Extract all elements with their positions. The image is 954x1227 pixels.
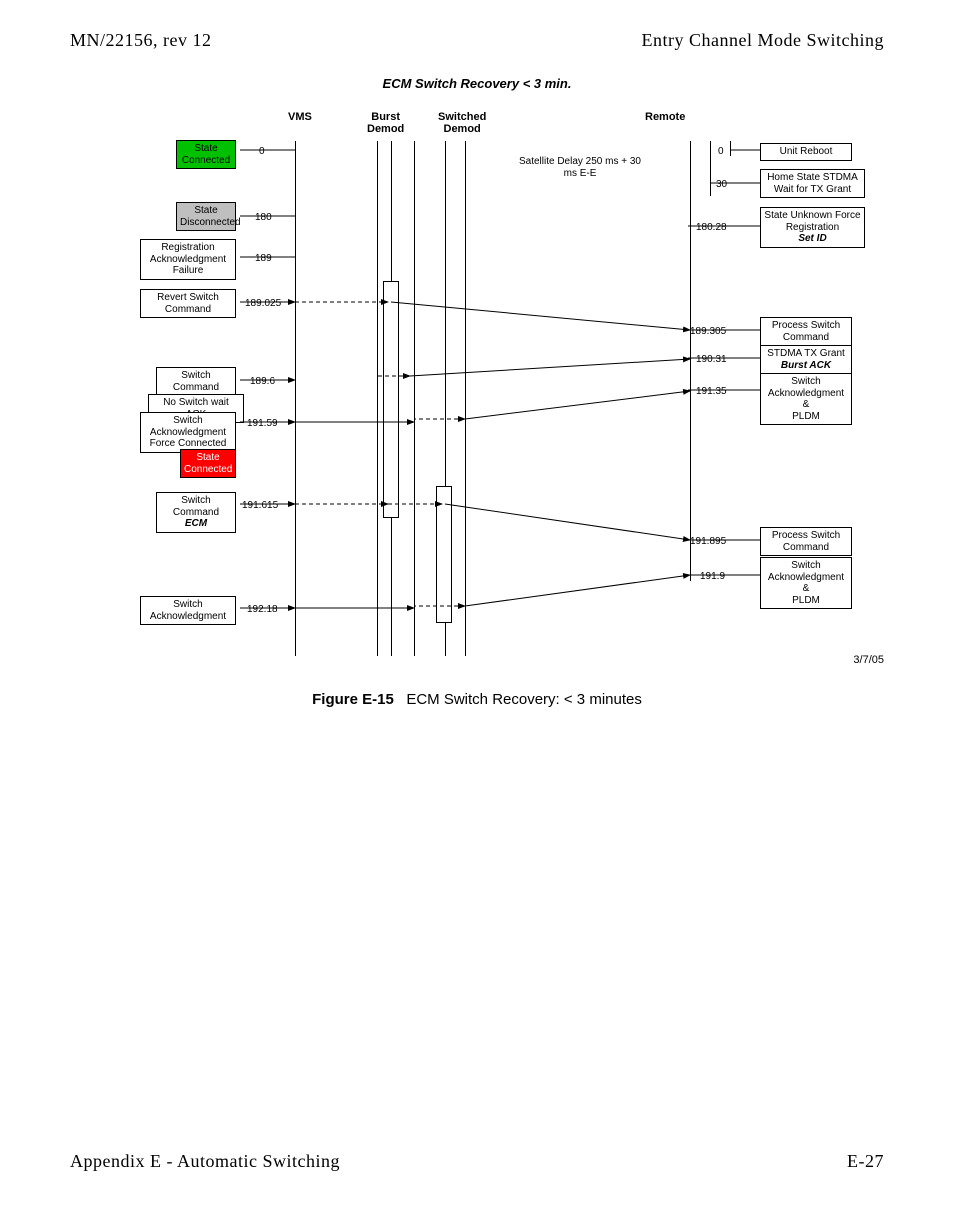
figure-text: ECM Switch Recovery: < 3 minutes xyxy=(406,691,642,708)
sequence-diagram: VMS Burst Demod Switched Demod Remote Sa… xyxy=(70,106,884,666)
remote-box-2: State Unknown ForceRegistrationSet ID xyxy=(760,207,865,248)
activity-bar-1 xyxy=(436,486,452,623)
remote-time-1: 30 xyxy=(716,179,727,190)
page-header: MN/22156, rev 12 Entry Channel Mode Swit… xyxy=(70,30,884,51)
col-vms: VMS xyxy=(288,111,312,123)
header-left: MN/22156, rev 12 xyxy=(70,30,212,51)
activity-bar-0 xyxy=(383,281,399,518)
remote-time-5: 191.35 xyxy=(696,386,727,397)
remote-box-4: STDMA TX GrantBurst ACK xyxy=(760,345,852,374)
lifeline-burst-a xyxy=(377,141,378,656)
col-burst: Burst Demod xyxy=(367,111,404,135)
vms-box-6: SwitchAcknowledgmentForce Connected xyxy=(140,412,236,453)
vms-time-4: 189.6 xyxy=(250,376,275,387)
vms-box-7: StateConnected xyxy=(180,449,236,478)
vms-box-2: RegistrationAcknowledgmentFailure xyxy=(140,239,236,280)
remote-box-7: SwitchAcknowledgment &PLDM xyxy=(760,557,852,609)
vms-time-0: 0 xyxy=(259,146,265,157)
remote-time-4: 190.31 xyxy=(696,354,727,365)
vms-time-1: 180 xyxy=(255,212,272,223)
remote-time-6: 191.895 xyxy=(690,536,726,547)
figure-label: Figure E-15 xyxy=(312,691,394,708)
lifeline-remote-c xyxy=(730,141,731,156)
document-page: MN/22156, rev 12 Entry Channel Mode Swit… xyxy=(0,0,954,1227)
lifeline-remote-a xyxy=(690,141,691,581)
vms-time-3: 189.025 xyxy=(245,298,281,309)
vms-time-5: 191.59 xyxy=(247,418,278,429)
remote-box-0: Unit Reboot xyxy=(760,143,852,161)
remote-box-5: SwitchAcknowledgment &PLDM xyxy=(760,373,852,425)
remote-time-0: 0 xyxy=(718,146,724,157)
vms-time-2: 189 xyxy=(255,253,272,264)
vms-time-7: 192.18 xyxy=(247,604,278,615)
remote-box-3: Process SwitchCommand xyxy=(760,317,852,346)
diagram-title: ECM Switch Recovery < 3 min. xyxy=(70,76,884,91)
footer-right: E-27 xyxy=(847,1151,884,1172)
remote-time-2: 180.28 xyxy=(696,222,727,233)
vms-box-3: Revert SwitchCommand xyxy=(140,289,236,318)
lifeline-burst-c xyxy=(414,141,415,656)
header-right: Entry Channel Mode Switching xyxy=(642,30,884,51)
vms-box-8: Switch CommandECM xyxy=(156,492,236,533)
lifeline-vms xyxy=(295,141,296,656)
vms-time-6: 191.615 xyxy=(242,500,278,511)
vms-box-9: SwitchAcknowledgment xyxy=(140,596,236,625)
vms-box-0: StateConnected xyxy=(176,140,236,169)
lifeline-switched-b xyxy=(465,141,466,656)
vms-box-1: StateDisconnected xyxy=(176,202,236,231)
col-switched: Switched Demod xyxy=(438,111,486,135)
remote-time-7: 191.9 xyxy=(700,571,725,582)
page-footer: Appendix E - Automatic Switching E-27 xyxy=(70,1151,884,1172)
lifeline-remote-b xyxy=(710,141,711,196)
footer-left: Appendix E - Automatic Switching xyxy=(70,1151,340,1172)
remote-box-6: Process SwitchCommand xyxy=(760,527,852,556)
sat-delay-note: Satellite Delay 250 ms + 30 ms E-E xyxy=(510,154,650,181)
diagram-date: 3/7/05 xyxy=(853,654,884,666)
col-remote: Remote xyxy=(645,111,685,123)
remote-time-3: 189.305 xyxy=(690,326,726,337)
remote-box-1: Home State STDMAWait for TX Grant xyxy=(760,169,865,198)
figure-caption: Figure E-15 ECM Switch Recovery: < 3 min… xyxy=(70,691,884,708)
